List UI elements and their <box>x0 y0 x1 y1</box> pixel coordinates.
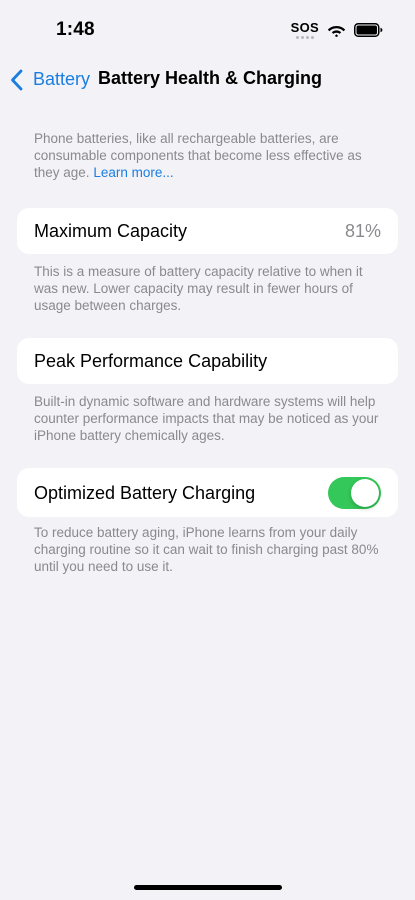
sos-indicator: SOS <box>291 21 319 39</box>
signal-dots <box>295 36 314 39</box>
peak-performance-footnote: Built-in dynamic software and hardware s… <box>34 394 379 443</box>
optimized-charging-label: Optimized Battery Charging <box>34 483 256 503</box>
chevron-left-icon[interactable] <box>8 68 28 92</box>
status-bar: 1:48 SOS <box>0 0 415 60</box>
sos-label: SOS <box>290 20 319 35</box>
peak-performance-row[interactable]: Peak Performance Capability <box>17 338 398 384</box>
intro-text: Phone batteries, like all rechargeable b… <box>34 130 384 181</box>
maximum-capacity-value: 81% <box>344 221 381 241</box>
status-icons: SOS <box>291 21 383 39</box>
page-title: Battery Health & Charging <box>98 68 323 88</box>
back-button[interactable]: Battery <box>33 69 90 90</box>
intro-body: Phone batteries, like all rechargeable b… <box>34 131 362 180</box>
navigation-bar: Battery Battery Health & Charging <box>0 60 415 102</box>
peak-performance-label: Peak Performance Capability <box>34 351 268 371</box>
toggle-knob <box>351 479 379 507</box>
maximum-capacity-row: Maximum Capacity 81% <box>17 208 398 254</box>
wifi-icon <box>327 26 346 37</box>
status-time: 1:48 <box>56 19 95 40</box>
battery-icon <box>354 23 383 37</box>
learn-more-link[interactable]: Learn more... <box>93 165 173 180</box>
maximum-capacity-footnote: This is a measure of battery capacity re… <box>34 264 363 313</box>
optimized-charging-footnote: To reduce battery aging, iPhone learns f… <box>34 525 379 574</box>
optimized-charging-row: Optimized Battery Charging <box>17 468 398 517</box>
optimized-charging-toggle[interactable] <box>328 477 381 509</box>
maximum-capacity-label: Maximum Capacity <box>34 221 188 241</box>
home-indicator[interactable] <box>134 885 282 890</box>
